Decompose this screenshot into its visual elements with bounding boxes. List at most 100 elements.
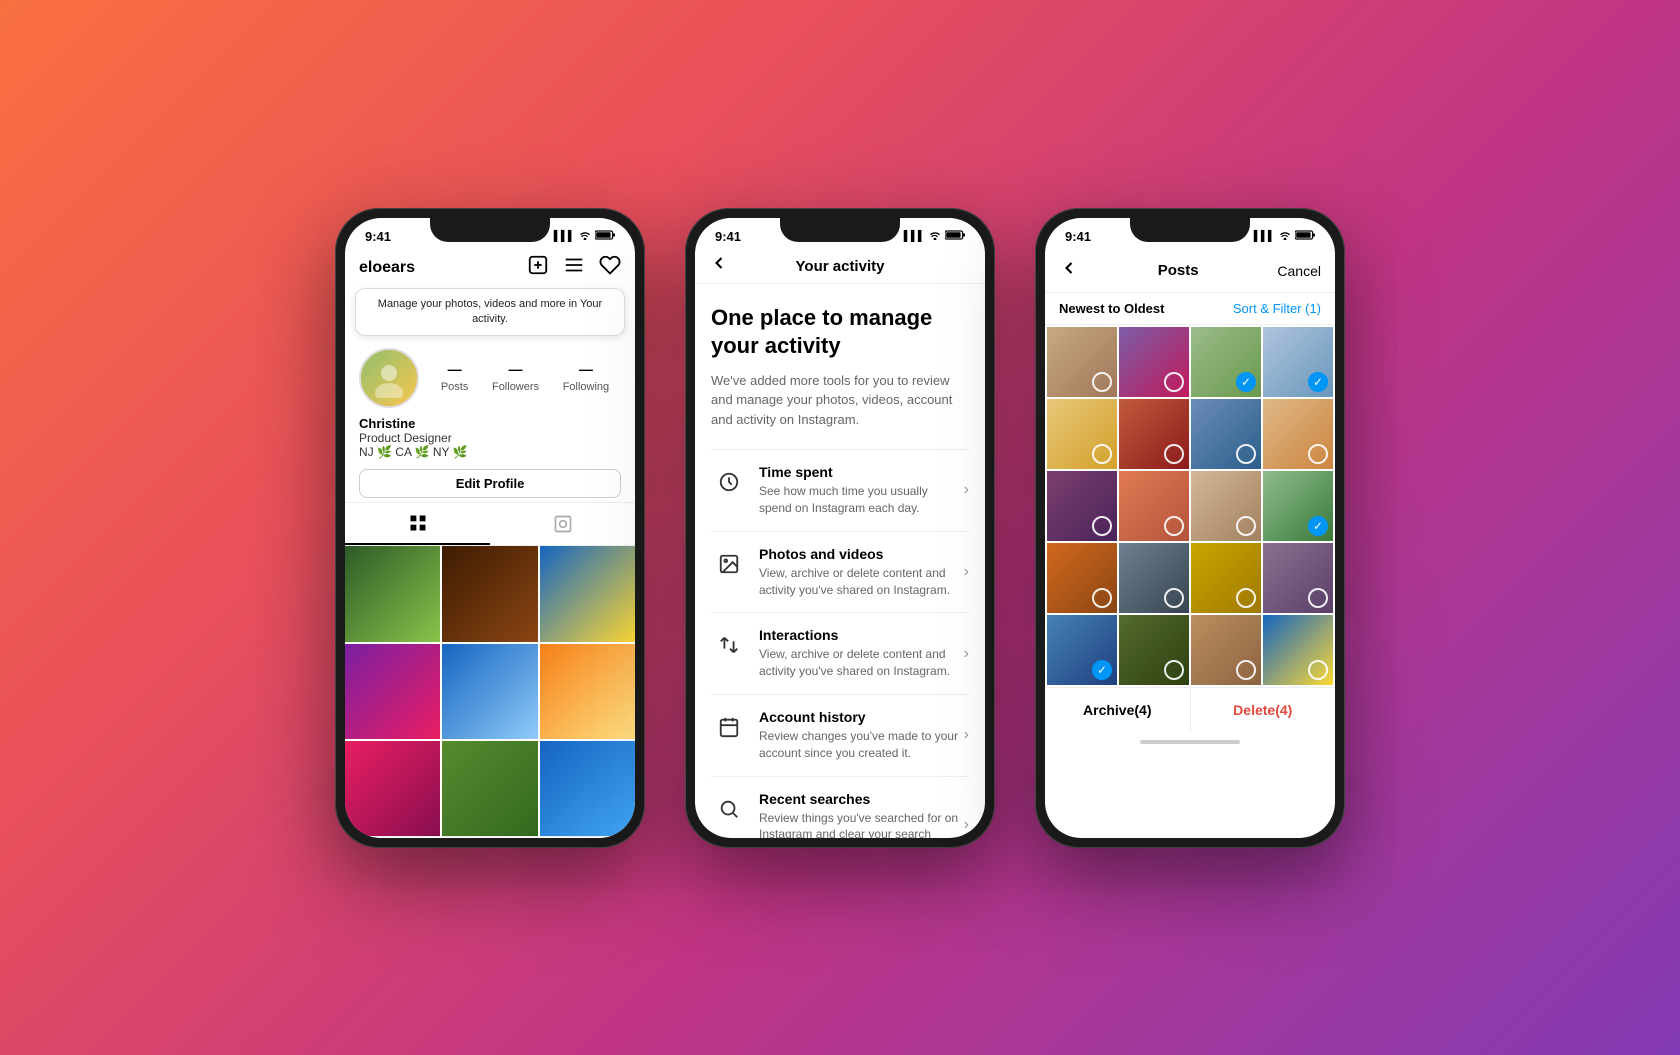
posts-cell-17[interactable]: ✓ xyxy=(1047,615,1117,685)
profile-header: eloears xyxy=(345,250,635,288)
activity-item-time-spent[interactable]: Time spent See how much time you usually… xyxy=(711,449,969,531)
battery-icon-1 xyxy=(595,230,615,243)
phone-3: 9:41 ▌▌▌ Posts Cancel xyxy=(1035,208,1345,848)
posts-cell-15[interactable] xyxy=(1191,543,1261,613)
tab-tagged[interactable] xyxy=(490,503,635,545)
posts-cell-13[interactable] xyxy=(1047,543,1117,613)
cancel-button[interactable]: Cancel xyxy=(1277,263,1321,279)
photo-cell-1[interactable] xyxy=(345,546,440,641)
archive-button[interactable]: Archive(4) xyxy=(1045,688,1191,732)
activity-item-recent-searches-content: Recent searches Review things you've sea… xyxy=(759,791,964,838)
chevron-icon-time: › xyxy=(964,481,969,499)
notch-1 xyxy=(430,218,550,242)
photo-cell-2[interactable] xyxy=(442,546,537,641)
activity-item-account-history[interactable]: Account history Review changes you've ma… xyxy=(711,694,969,776)
posts-cell-6[interactable] xyxy=(1119,399,1189,469)
photo-cell-5[interactable] xyxy=(442,644,537,739)
posts-checkbox-17[interactable]: ✓ xyxy=(1092,660,1112,680)
posts-checkbox-1[interactable] xyxy=(1092,372,1112,392)
posts-checkbox-18[interactable] xyxy=(1164,660,1184,680)
posts-cell-16[interactable] xyxy=(1263,543,1333,613)
profile-username: eloears xyxy=(359,259,415,277)
posts-checkbox-10[interactable] xyxy=(1164,516,1184,536)
phone-2: 9:41 ▌▌▌ Your activity One place to mana… xyxy=(685,208,995,848)
posts-cell-20[interactable] xyxy=(1263,615,1333,685)
photo-cell-6[interactable] xyxy=(540,644,635,739)
posts-checkbox-3[interactable]: ✓ xyxy=(1236,372,1256,392)
photo-cell-3[interactable] xyxy=(540,546,635,641)
posts-checkbox-14[interactable] xyxy=(1164,588,1184,608)
delete-button[interactable]: Delete(4) xyxy=(1191,688,1336,732)
posts-checkbox-5[interactable] xyxy=(1092,444,1112,464)
stats-numbers: — Posts — Followers — Following xyxy=(429,361,621,395)
activity-item-interactions[interactable]: Interactions View, archive or delete con… xyxy=(711,612,969,694)
photo-cell-9[interactable] xyxy=(540,741,635,836)
posts-cell-9[interactable] xyxy=(1047,471,1117,541)
posts-cell-2[interactable] xyxy=(1119,327,1189,397)
status-icons-3: ▌▌▌ xyxy=(1254,230,1315,243)
time-2: 9:41 xyxy=(715,229,741,244)
posts-checkbox-16[interactable] xyxy=(1308,588,1328,608)
posts-cell-11[interactable] xyxy=(1191,471,1261,541)
posts-grid: ✓ ✓ ✓ ✓ xyxy=(1045,325,1335,687)
activity-item-account-history-content: Account history Review changes you've ma… xyxy=(759,709,964,762)
posts-checkbox-15[interactable] xyxy=(1236,588,1256,608)
profile-job: Product Designer xyxy=(359,431,621,445)
posts-checkbox-11[interactable] xyxy=(1236,516,1256,536)
posts-title: Posts xyxy=(1158,262,1199,279)
posts-cell-12[interactable]: ✓ xyxy=(1263,471,1333,541)
photo-cell-7[interactable] xyxy=(345,741,440,836)
edit-profile-button[interactable]: Edit Profile xyxy=(359,469,621,498)
home-bar-3 xyxy=(1045,732,1335,752)
activity-hero-title: One place to manage your activity xyxy=(711,304,969,361)
profile-info: Christine Product Designer NJ 🌿 CA 🌿 NY … xyxy=(345,414,635,465)
posts-checkbox-19[interactable] xyxy=(1236,660,1256,680)
notch-3 xyxy=(1130,218,1250,242)
posts-cell-4[interactable]: ✓ xyxy=(1263,327,1333,397)
battery-icon-3 xyxy=(1295,230,1315,243)
time-3: 9:41 xyxy=(1065,229,1091,244)
posts-checkbox-6[interactable] xyxy=(1164,444,1184,464)
posts-checkbox-12[interactable]: ✓ xyxy=(1308,516,1328,536)
posts-checkbox-4[interactable]: ✓ xyxy=(1308,372,1328,392)
sort-filter-button[interactable]: Sort & Filter (1) xyxy=(1233,301,1321,316)
tab-grid[interactable] xyxy=(345,503,490,545)
photo-grid xyxy=(345,546,635,836)
posts-checkbox-8[interactable] xyxy=(1308,444,1328,464)
posts-checkbox-7[interactable] xyxy=(1236,444,1256,464)
menu-icon[interactable] xyxy=(563,254,585,282)
time-1: 9:41 xyxy=(365,229,391,244)
posts-cell-14[interactable] xyxy=(1119,543,1189,613)
chevron-icon-interactions: › xyxy=(964,645,969,663)
posts-cell-10[interactable] xyxy=(1119,471,1189,541)
photo-cell-4[interactable] xyxy=(345,644,440,739)
posts-checkbox-20[interactable] xyxy=(1308,660,1328,680)
profile-header-icons xyxy=(527,254,621,282)
posts-checkbox-2[interactable] xyxy=(1164,372,1184,392)
wifi-icon-2 xyxy=(928,230,942,243)
posts-cell-8[interactable] xyxy=(1263,399,1333,469)
posts-cell-18[interactable] xyxy=(1119,615,1189,685)
posts-checkbox-9[interactable] xyxy=(1092,516,1112,536)
chevron-icon-photos: › xyxy=(964,563,969,581)
add-icon[interactable] xyxy=(527,254,549,282)
stat-following: — Following xyxy=(563,361,609,395)
back-button-3[interactable] xyxy=(1059,258,1079,284)
posts-cell-7[interactable] xyxy=(1191,399,1261,469)
profile-stats: — Posts — Followers — Following xyxy=(345,342,635,414)
posts-cell-1[interactable] xyxy=(1047,327,1117,397)
notch-2 xyxy=(780,218,900,242)
signal-icon-1: ▌▌▌ xyxy=(554,231,575,242)
activity-item-photos[interactable]: Photos and videos View, archive or delet… xyxy=(711,531,969,613)
posts-cell-3[interactable]: ✓ xyxy=(1191,327,1261,397)
posts-cell-5[interactable] xyxy=(1047,399,1117,469)
back-button-2[interactable] xyxy=(709,253,729,279)
posts-checkbox-13[interactable] xyxy=(1092,588,1112,608)
photo-cell-8[interactable] xyxy=(442,741,537,836)
posts-cell-19[interactable] xyxy=(1191,615,1261,685)
heart-icon[interactable] xyxy=(599,254,621,282)
posts-filter-label: Newest to Oldest xyxy=(1059,301,1164,316)
activity-item-recent-searches[interactable]: Recent searches Review things you've sea… xyxy=(711,776,969,838)
signal-icon-3: ▌▌▌ xyxy=(1254,231,1275,242)
photo-icon xyxy=(711,546,747,582)
